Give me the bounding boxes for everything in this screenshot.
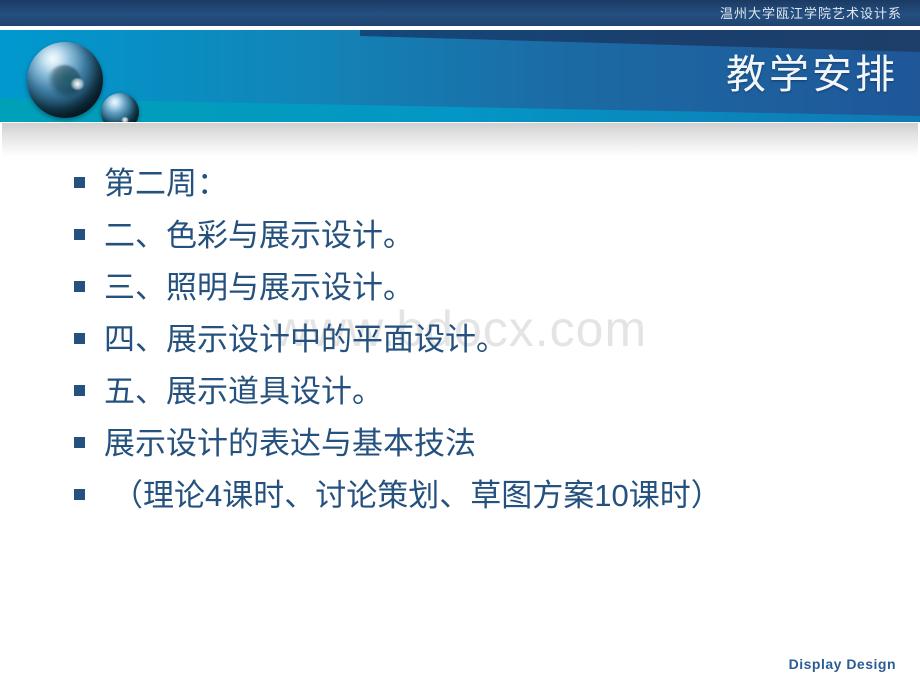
list-item: 五、展示道具设计。 (0, 370, 920, 422)
list-item-label: 五、展示道具设计。 (104, 374, 383, 409)
bullet-square-icon (74, 333, 85, 344)
bullet-list: 第二周： 二、色彩与展示设计。 三、照明与展示设计。 四、展示设计中的平面设计。… (0, 162, 920, 526)
bullet-square-icon (74, 489, 85, 500)
bullet-square-icon (74, 177, 85, 188)
slide: 温州大学瓯江学院艺术设计系 教学安排 www.bdocx.com 第二周： 二、… (0, 0, 920, 690)
list-item-label: 四、展示设计中的平面设计。 (104, 322, 507, 357)
footer-label: Display Design (788, 656, 896, 672)
list-item-label: 三、照明与展示设计。 (104, 270, 414, 305)
list-item: 第二周： (0, 162, 920, 214)
bullet-square-icon (74, 229, 85, 240)
banner-drop-shadow (2, 123, 918, 157)
list-item: 二、色彩与展示设计。 (0, 214, 920, 266)
sphere-swirl-icon (46, 64, 81, 99)
list-item: 三、照明与展示设计。 (0, 266, 920, 318)
list-item-label: 展示设计的表达与基本技法 (104, 426, 476, 461)
list-item-label: （理论4课时、讨论策划、草图方案10课时） (112, 478, 722, 513)
list-item: （理论4课时、讨论策划、草图方案10课时） (0, 474, 920, 526)
logo-sphere-large-icon (27, 42, 103, 118)
list-item: 展示设计的表达与基本技法 (0, 422, 920, 474)
bullet-square-icon (74, 385, 85, 396)
list-item-label: 第二周： (104, 166, 228, 201)
top-navy-bar: 温州大学瓯江学院艺术设计系 (0, 0, 920, 26)
page-title: 教学安排 (726, 53, 898, 97)
list-item: 四、展示设计中的平面设计。 (0, 318, 920, 370)
bullet-square-icon (74, 281, 85, 292)
list-item-label: 二、色彩与展示设计。 (104, 218, 414, 253)
organization-title: 温州大学瓯江学院艺术设计系 (719, 6, 902, 21)
bullet-square-icon (74, 437, 85, 448)
header-banner: 教学安排 (0, 30, 920, 122)
